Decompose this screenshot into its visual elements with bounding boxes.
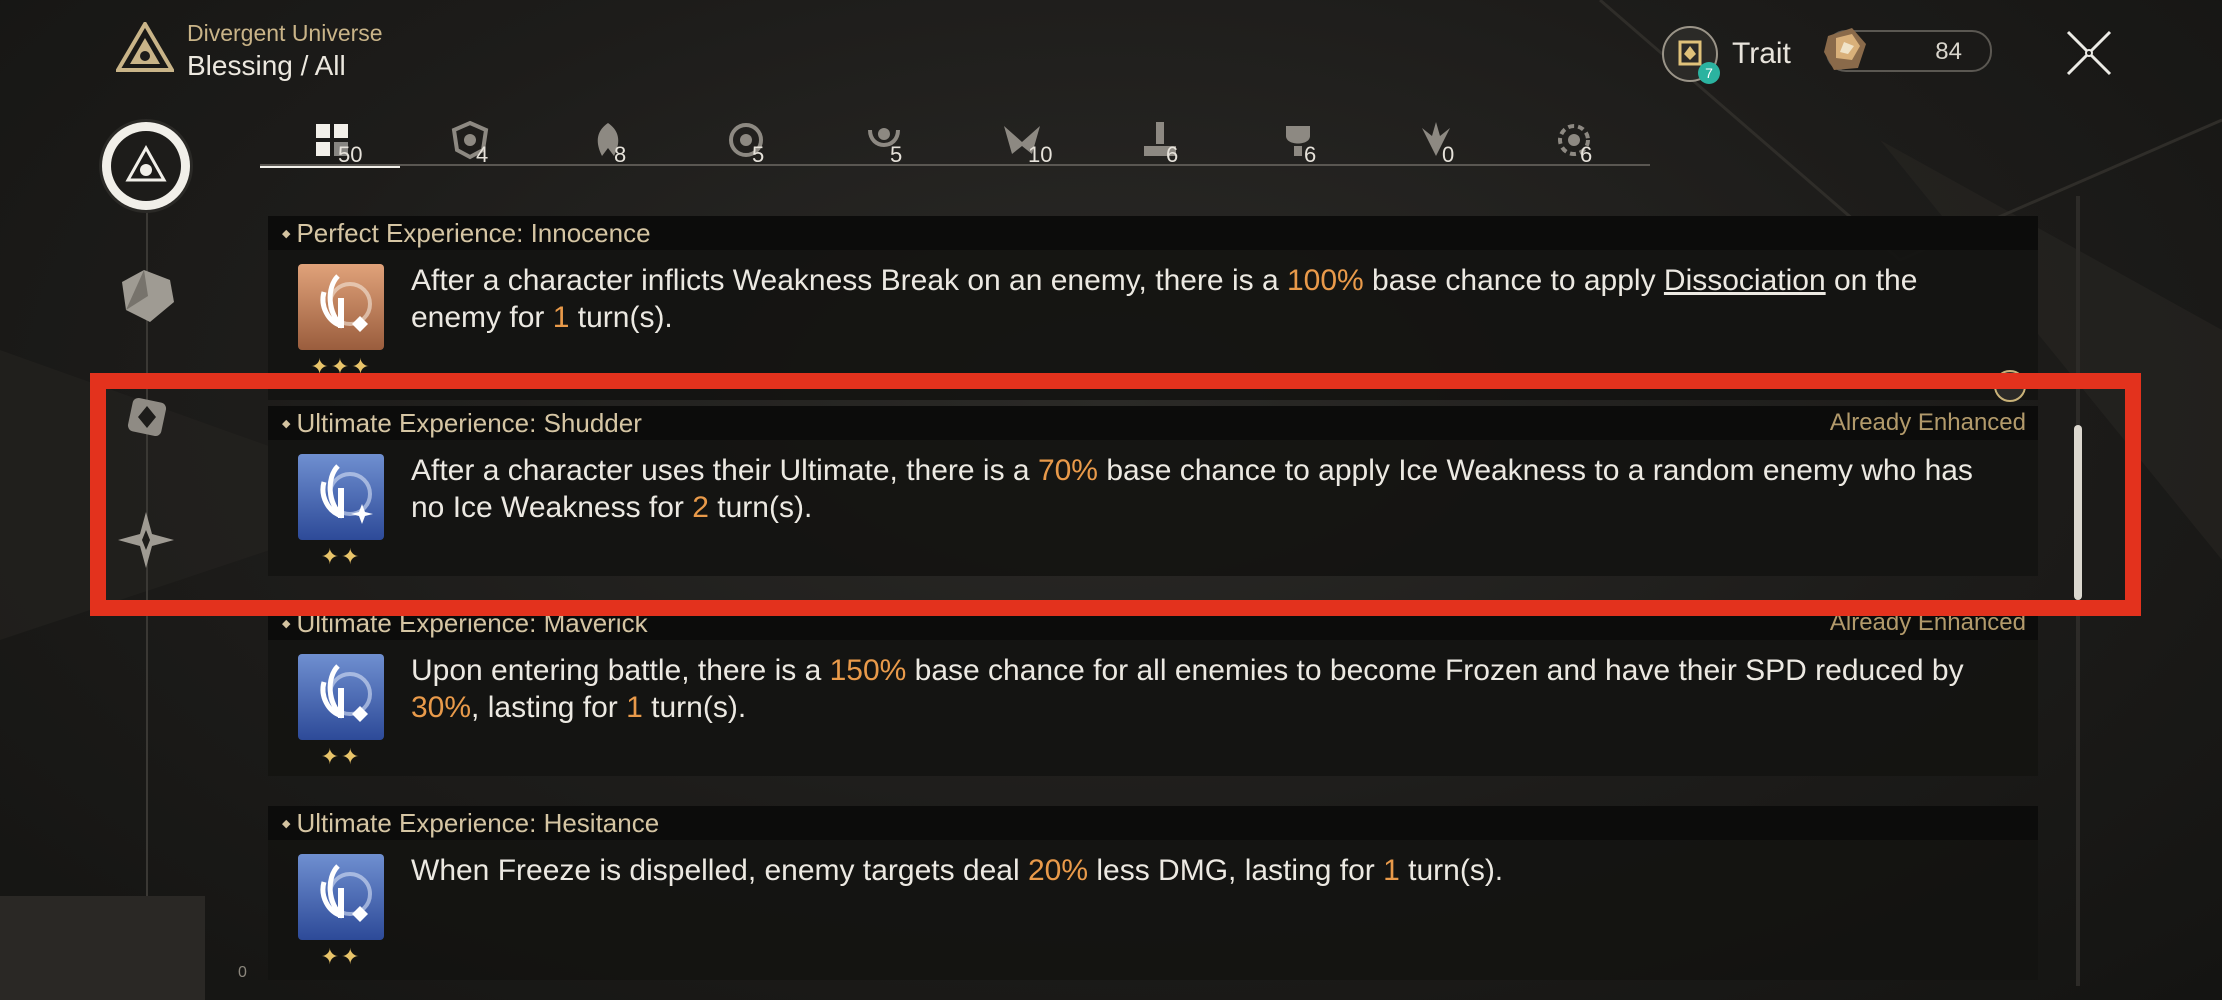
tab-elation[interactable]: 6 xyxy=(1226,118,1366,167)
desc-text: After a character uses their Ultimate, t… xyxy=(411,454,1038,487)
highlight-value: 1 xyxy=(626,691,643,724)
highlight-value: 1 xyxy=(1383,854,1400,887)
blessing-status: Already Enhanced xyxy=(1829,609,2026,636)
mode-subtitle: Divergent Universe xyxy=(187,20,383,46)
desc-text: turn(s). xyxy=(1399,854,1504,887)
page-title: Blessing / All xyxy=(187,50,346,81)
card-header: ◆ Ultimate Experience: Hesitance xyxy=(268,806,2038,840)
highlight-value: 2 xyxy=(692,491,709,524)
keyword-link[interactable]: Dissociation xyxy=(1664,264,1826,297)
tab-all[interactable]: 50 xyxy=(260,118,400,168)
card-header: ◆ Ultimate Experience: Shudder Already E… xyxy=(268,406,2038,440)
tab-nihility[interactable]: 5 xyxy=(674,118,814,167)
tabs-underline xyxy=(260,164,1650,166)
trait-count-badge: 7 xyxy=(1698,62,1720,84)
currency-value: 84 xyxy=(1935,38,1962,65)
rarity-stars: ✦✦ xyxy=(320,944,362,969)
highlight-value: 1 xyxy=(552,301,570,334)
cosmic-fragment-icon xyxy=(1824,28,1866,70)
blessing-description: After a character uses their Ultimate, t… xyxy=(411,452,2001,526)
divergent-universe-logo-icon xyxy=(116,22,174,72)
blessing-remembrance-icon xyxy=(298,454,384,540)
desc-text: less DMG, lasting for xyxy=(1088,854,1384,887)
rail-blessing-button[interactable] xyxy=(102,122,190,210)
blessing-name: Ultimate Experience: Maverick xyxy=(296,607,648,638)
card-header: ◆ Perfect Experience: Innocence xyxy=(268,216,2038,250)
highlight-value: 20% xyxy=(1027,854,1089,887)
close-icon[interactable] xyxy=(2064,28,2114,78)
card-header: ◆ Ultimate Experience: Maverick Already … xyxy=(268,606,2038,640)
tab-abundance[interactable]: 5 xyxy=(812,118,952,167)
blessing-emblem-icon xyxy=(125,144,167,182)
blessing-card[interactable]: ◆ Ultimate Experience: Shudder Already E… xyxy=(268,406,2038,576)
desc-text: When Freeze is dispelled, enemy targets … xyxy=(411,854,1028,887)
expand-chevron-icon[interactable]: ⌄ xyxy=(1994,370,2026,402)
rail-curio-icon[interactable] xyxy=(114,266,178,326)
desc-text: , lasting for xyxy=(471,691,627,724)
desc-text: turn(s). xyxy=(708,491,813,524)
path-filter-tabs: 50 4 8 5 5 10 6 6 0 6 xyxy=(260,118,1650,168)
scrollbar-thumb[interactable] xyxy=(2074,425,2082,600)
desc-text: base chance for all enemies to become Fr… xyxy=(906,654,1964,687)
desc-text: Upon entering battle, there is a xyxy=(411,654,830,687)
trait-label: Trait xyxy=(1732,37,1791,70)
side-caption: 0 xyxy=(238,964,247,981)
blessing-description: Upon entering battle, there is a 150% ba… xyxy=(411,652,2001,726)
tab-preservation[interactable]: 4 xyxy=(398,118,538,167)
highlight-value: 100% xyxy=(1286,264,1364,297)
blessing-name: Ultimate Experience: Hesitance xyxy=(296,807,660,838)
highlight-value: 150% xyxy=(829,654,907,687)
blessing-description: When Freeze is dispelled, enemy targets … xyxy=(411,852,2001,889)
highlight-value: 70% xyxy=(1037,454,1098,487)
desc-text: base chance to apply xyxy=(1363,264,1664,297)
rail-equation-icon[interactable] xyxy=(122,392,172,442)
rarity-stars: ✦✦ xyxy=(320,544,362,569)
tab-remembrance[interactable]: 8 xyxy=(536,118,676,167)
trait-icon: 7 xyxy=(1662,26,1720,84)
desc-text: After a character inflicts Weakness Brea… xyxy=(411,264,1287,297)
tab-propagation[interactable]: 0 xyxy=(1364,118,1504,167)
highlight-value: 30% xyxy=(411,691,472,724)
blessing-remembrance-icon xyxy=(298,264,384,350)
rail-star-icon[interactable] xyxy=(116,510,176,570)
blessing-remembrance-icon xyxy=(298,854,384,940)
tab-destruction[interactable]: 6 xyxy=(1088,118,1228,167)
tab-the-hunt[interactable]: 10 xyxy=(950,118,1090,167)
rarity-stars: ✦✦✦ xyxy=(310,354,372,379)
desc-text: turn(s). xyxy=(642,691,747,724)
blessing-card[interactable]: ◆ Perfect Experience: Innocence ✦✦✦ Afte… xyxy=(268,216,2038,402)
blessing-name: Perfect Experience: Innocence xyxy=(296,217,651,248)
blessing-card[interactable]: ◆ Ultimate Experience: Maverick Already … xyxy=(268,606,2038,776)
blessing-status: Already Enhanced xyxy=(1829,409,2026,436)
tab-erudition[interactable]: 6 xyxy=(1502,118,1642,167)
trait-button[interactable]: 7 Trait xyxy=(1662,26,1791,84)
rarity-stars: ✦✦ xyxy=(320,744,362,769)
blessing-description: After a character inflicts Weakness Brea… xyxy=(411,262,2001,336)
blessing-card[interactable]: ◆ Ultimate Experience: Hesitance ✦✦ When… xyxy=(268,806,2038,980)
desc-text: turn(s). xyxy=(569,301,673,334)
blessing-remembrance-icon xyxy=(298,654,384,740)
blessing-name: Ultimate Experience: Shudder xyxy=(296,407,642,438)
corner-panel xyxy=(0,896,205,1000)
